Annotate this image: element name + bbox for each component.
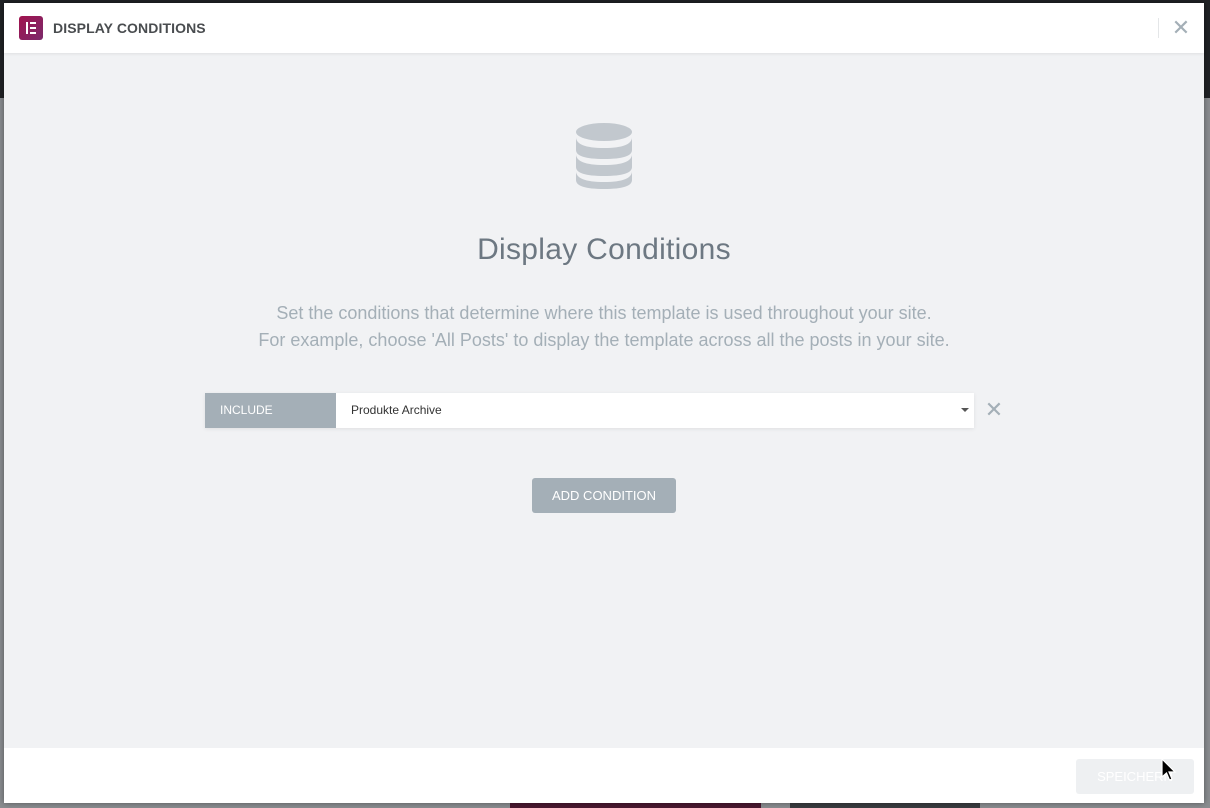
- close-icon[interactable]: ✕: [1169, 16, 1193, 40]
- mouse-cursor-icon: [1161, 758, 1177, 781]
- page-title: Display Conditions: [477, 233, 731, 266]
- description-line: Set the conditions that determine where …: [276, 303, 932, 323]
- caret-down-icon: [961, 408, 969, 412]
- add-condition-button[interactable]: ADD CONDITION: [532, 478, 676, 513]
- modal-content: Display Conditions Set the conditions th…: [4, 53, 1204, 748]
- modal-footer: SPEICHERN: [4, 748, 1204, 803]
- elementor-logo-icon: [19, 16, 43, 40]
- header-divider: [1158, 18, 1159, 38]
- condition-value-label: Produkte Archive: [351, 403, 442, 417]
- condition-row: INCLUDE Produkte Archive: [205, 393, 974, 428]
- condition-type-select[interactable]: INCLUDE: [205, 393, 336, 428]
- database-icon: [576, 123, 632, 189]
- modal-title: DISPLAY CONDITIONS: [53, 20, 206, 36]
- description-line: For example, choose 'All Posts' to displ…: [258, 330, 950, 350]
- condition-value-select[interactable]: Produkte Archive: [336, 393, 974, 428]
- description: Set the conditions that determine where …: [4, 300, 1204, 354]
- modal-header: DISPLAY CONDITIONS ✕: [4, 3, 1204, 53]
- remove-condition-icon[interactable]: ✕: [983, 398, 1005, 422]
- display-conditions-modal: DISPLAY CONDITIONS ✕ Display Conditions …: [4, 3, 1204, 803]
